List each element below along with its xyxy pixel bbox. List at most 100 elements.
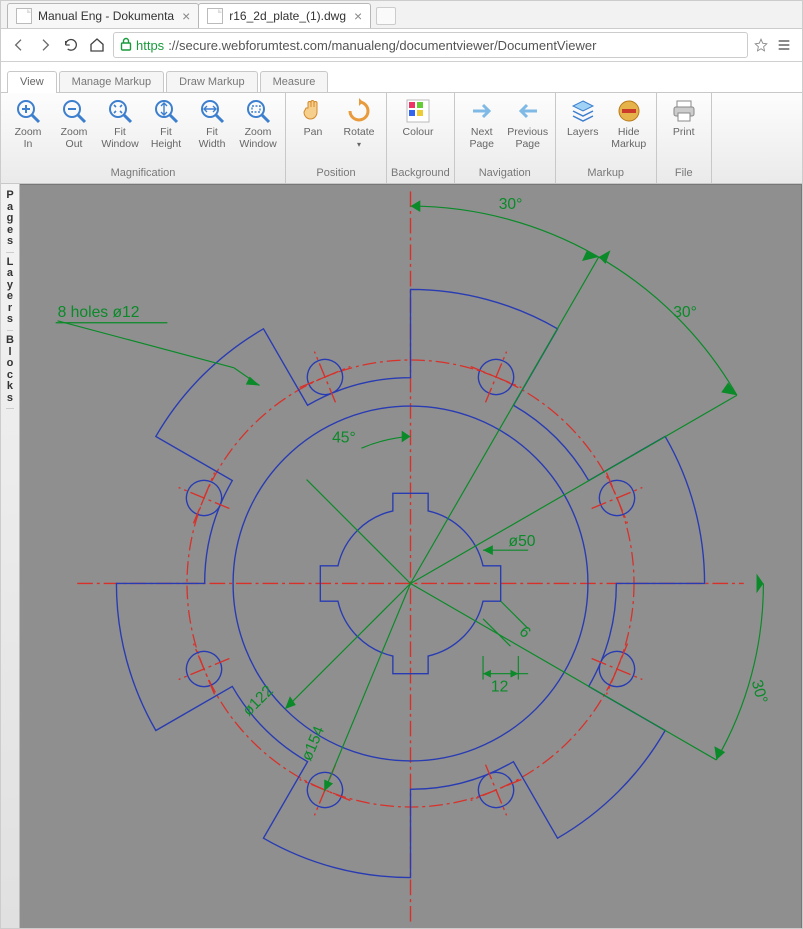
dim-d154: ø154 xyxy=(299,724,329,764)
zoom-out-button[interactable]: ZoomOut xyxy=(51,95,97,152)
side-tab-blocks[interactable]: Blocks xyxy=(6,331,14,409)
bookmark-icon[interactable] xyxy=(754,38,768,52)
button-label: NextPage xyxy=(469,127,494,150)
dim-30c: 30° xyxy=(748,678,771,705)
fit-window-button[interactable]: FitWindow xyxy=(97,95,143,152)
app-tab-view[interactable]: View xyxy=(7,71,57,92)
prev-page-button[interactable]: PreviousPage xyxy=(505,95,551,152)
ribbon-group-label: Navigation xyxy=(459,165,551,181)
fit-width-icon xyxy=(198,97,226,125)
zoom-window-button[interactable]: ZoomWindow xyxy=(235,95,281,152)
ribbon: ZoomIn ZoomOut FitWindow FitHeight FitWi… xyxy=(1,93,802,184)
button-label: PreviousPage xyxy=(507,127,548,150)
zoom-in-icon xyxy=(14,97,42,125)
drawing-viewport[interactable]: 8 holes ø12 45° 30° xyxy=(20,184,802,929)
button-label: Pan xyxy=(304,127,323,149)
ribbon-group-label: Magnification xyxy=(5,165,281,181)
side-tab-layers[interactable]: Layers xyxy=(7,253,14,331)
button-label: FitWindow xyxy=(101,127,138,150)
browser-tab[interactable]: r16_2d_plate_(1).dwg × xyxy=(198,3,371,28)
next-page-icon xyxy=(468,97,496,125)
content-area: Pages Layers Blocks xyxy=(1,184,802,929)
print-button[interactable]: Print xyxy=(661,95,707,151)
button-label: HideMarkup xyxy=(611,127,646,150)
menu-button[interactable] xyxy=(774,35,794,55)
hide-markup-button[interactable]: HideMarkup xyxy=(606,95,652,152)
app-tab-strip: View Manage Markup Draw Markup Measure xyxy=(1,62,802,93)
side-tab-pages[interactable]: Pages xyxy=(6,186,13,253)
lock-icon xyxy=(120,37,132,54)
close-icon[interactable]: × xyxy=(354,9,362,23)
button-label: Colour xyxy=(403,127,434,149)
dim-d122: ø122 xyxy=(240,682,277,719)
button-label: ZoomWindow xyxy=(239,127,276,150)
dim-d50: ø50 xyxy=(509,533,536,550)
url-text: ://secure.webforumtest.com/manualeng/doc… xyxy=(168,38,596,53)
button-label: ZoomOut xyxy=(61,127,88,150)
ribbon-group-label: File xyxy=(661,165,707,181)
ribbon-group-label: Position xyxy=(290,165,382,181)
ribbon-group-markup: Layers HideMarkup Markup xyxy=(556,93,657,183)
chevron-down-icon: ▾ xyxy=(357,140,361,149)
app-tab-draw-markup[interactable]: Draw Markup xyxy=(166,71,257,92)
ribbon-group-label: Background xyxy=(391,165,450,181)
new-tab-button[interactable] xyxy=(376,7,396,25)
browser-navbar: https ://secure.webforumtest.com/manuale… xyxy=(1,29,802,62)
home-button[interactable] xyxy=(87,35,107,55)
rotate-icon xyxy=(345,97,373,125)
pan-button[interactable]: Pan xyxy=(290,95,336,151)
dim-6: 6 xyxy=(516,623,534,641)
fit-height-icon xyxy=(152,97,180,125)
prev-page-icon xyxy=(514,97,542,125)
button-label: ZoomIn xyxy=(15,127,42,150)
dim-30a: 30° xyxy=(499,196,523,213)
browser-tab-title: Manual Eng - Dokumenta xyxy=(38,9,174,23)
browser-tab[interactable]: Manual Eng - Dokumenta × xyxy=(7,3,199,28)
hide-markup-icon xyxy=(615,97,643,125)
forward-button[interactable] xyxy=(35,35,55,55)
ribbon-group-position: Pan Rotate▾ Position xyxy=(286,93,387,183)
dim-45: 45° xyxy=(332,429,356,446)
browser-tab-strip: Manual Eng - Dokumenta × r16_2d_plate_(1… xyxy=(1,1,802,29)
back-button[interactable] xyxy=(9,35,29,55)
button-label: FitWidth xyxy=(199,127,226,150)
reload-button[interactable] xyxy=(61,35,81,55)
zoom-window-icon xyxy=(244,97,272,125)
ribbon-group-label: Markup xyxy=(560,165,652,181)
address-bar[interactable]: https ://secure.webforumtest.com/manuale… xyxy=(113,32,748,58)
zoom-out-icon xyxy=(60,97,88,125)
dim-30b: 30° xyxy=(673,304,697,321)
print-icon xyxy=(670,97,698,125)
side-panel: Pages Layers Blocks xyxy=(1,184,20,929)
browser-window: Manual Eng - Dokumenta × r16_2d_plate_(1… xyxy=(0,0,803,929)
next-page-button[interactable]: NextPage xyxy=(459,95,505,152)
layers-button[interactable]: Layers xyxy=(560,95,606,151)
button-label: Print xyxy=(673,127,695,149)
close-icon[interactable]: × xyxy=(182,9,190,23)
ribbon-group-navigation: NextPage PreviousPage Navigation xyxy=(455,93,556,183)
fit-width-button[interactable]: FitWidth xyxy=(189,95,235,152)
colour-button[interactable]: Colour xyxy=(391,95,445,151)
colour-icon xyxy=(404,97,432,125)
ribbon-group-magnification: ZoomIn ZoomOut FitWindow FitHeight FitWi… xyxy=(1,93,286,183)
page-icon xyxy=(207,8,223,24)
browser-tab-title: r16_2d_plate_(1).dwg xyxy=(229,9,346,23)
button-label: Rotate▾ xyxy=(344,127,375,150)
fit-window-icon xyxy=(106,97,134,125)
button-label: FitHeight xyxy=(151,127,181,150)
dim-holes: 8 holes ø12 xyxy=(58,304,140,321)
drawing-surface: 8 holes ø12 45° 30° xyxy=(38,185,783,929)
pan-icon xyxy=(299,97,327,125)
fit-height-button[interactable]: FitHeight xyxy=(143,95,189,152)
rotate-button[interactable]: Rotate▾ xyxy=(336,95,382,152)
app-tab-measure[interactable]: Measure xyxy=(260,71,329,92)
page-icon xyxy=(16,8,32,24)
zoom-in-button[interactable]: ZoomIn xyxy=(5,95,51,152)
ribbon-group-background: Colour Background xyxy=(387,93,455,183)
layers-icon xyxy=(569,97,597,125)
dim-12: 12 xyxy=(491,678,508,695)
app-tab-manage-markup[interactable]: Manage Markup xyxy=(59,71,165,92)
ribbon-group-file: Print File xyxy=(657,93,712,183)
button-label: Layers xyxy=(567,127,599,149)
url-scheme: https xyxy=(136,38,164,53)
